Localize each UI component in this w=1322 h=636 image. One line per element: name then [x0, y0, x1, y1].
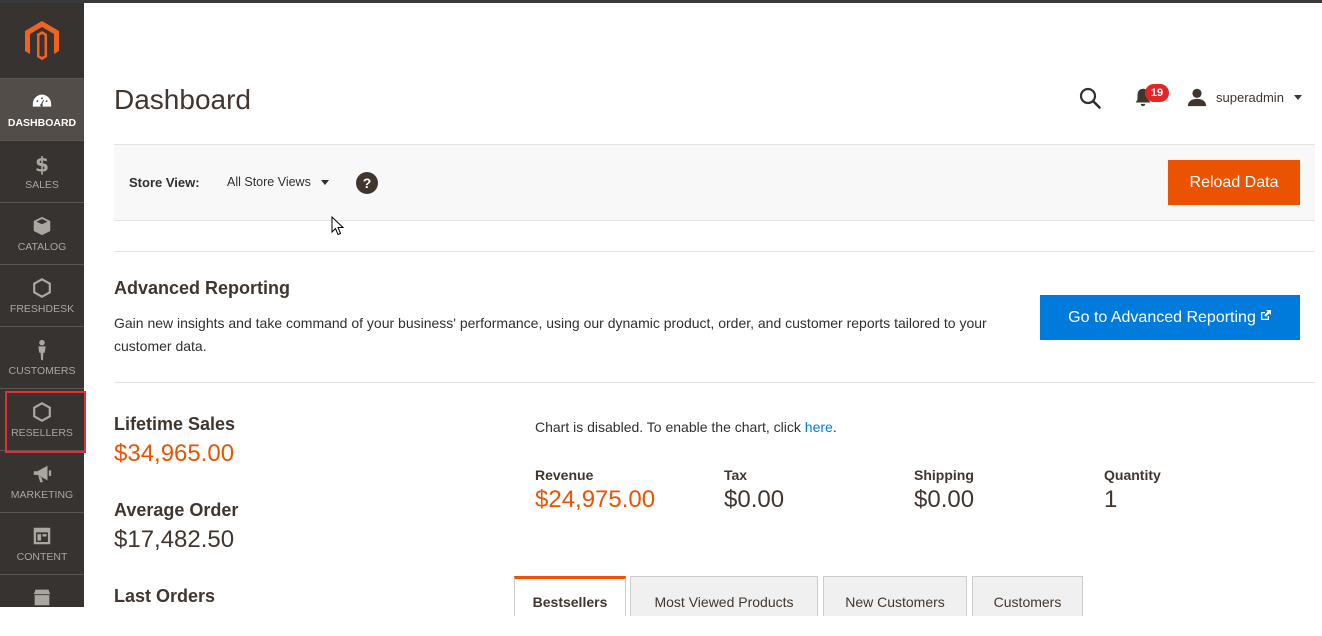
chart-note-text: Chart is disabled. To enable the chart, … — [535, 419, 805, 435]
sidebar-item-dashboard[interactable]: DASHBOARD — [0, 78, 84, 140]
dollar-icon: $ — [35, 153, 49, 175]
store-view-bar: Store View: All Store Views ? Reload Dat… — [114, 144, 1315, 221]
mouse-cursor-icon — [331, 216, 345, 236]
svg-text:$: $ — [35, 153, 49, 175]
revenue-label: Revenue — [535, 467, 594, 483]
sidebar-item-catalog[interactable]: CATALOG — [0, 202, 84, 264]
sidebar-item-label: MARKETING — [10, 488, 74, 501]
sidebar-item-label: RESELLERS — [11, 426, 73, 439]
sidebar-item-content[interactable]: CONTENT — [0, 512, 84, 574]
reload-data-button[interactable]: Reload Data — [1168, 160, 1300, 205]
tab-most-viewed-products[interactable]: Most Viewed Products — [630, 576, 818, 616]
divider — [114, 382, 1315, 383]
box-icon — [33, 216, 51, 235]
shipping-label: Shipping — [914, 467, 974, 483]
sidebar-item-label: CATALOG — [17, 240, 67, 253]
tax-value: $0.00 — [724, 486, 785, 513]
sidebar-item-marketing[interactable]: MARKETING — [0, 450, 84, 512]
sidebar-item-stores[interactable] — [0, 574, 84, 636]
tab-bestsellers[interactable]: Bestsellers — [514, 576, 626, 616]
store-view-selected: All Store Views — [227, 175, 311, 189]
tab-new-customers[interactable]: New Customers — [823, 576, 967, 616]
dashboard-icon — [32, 94, 52, 107]
enable-chart-link[interactable]: here — [805, 419, 833, 435]
sidebar-item-resellers[interactable]: RESELLERS — [0, 388, 84, 450]
quantity-value: 1 — [1104, 486, 1118, 513]
notification-count-badge[interactable]: 19 — [1145, 84, 1169, 102]
sidebar-item-sales[interactable]: $ SALES — [0, 140, 84, 202]
help-icon[interactable]: ? — [356, 172, 378, 194]
lifetime-sales-label: Lifetime Sales — [114, 414, 236, 434]
chevron-down-icon — [1293, 94, 1302, 100]
sidebar-item-freshdesk[interactable]: FRESHDESK — [0, 264, 84, 326]
go-to-advanced-reporting-button[interactable]: Go to Advanced Reporting — [1040, 295, 1300, 340]
chart-disabled-note: Chart is disabled. To enable the chart, … — [535, 419, 837, 435]
last-orders-label: Last Orders — [114, 586, 216, 606]
megaphone-icon — [33, 465, 52, 482]
tax-label: Tax — [724, 467, 748, 483]
quantity-label: Quantity — [1104, 467, 1161, 483]
sidebar-item-label: SALES — [25, 178, 59, 191]
magento-logo[interactable] — [0, 3, 84, 78]
chart-note-suffix: . — [832, 419, 837, 435]
store-view-label: Store View: — [129, 175, 200, 190]
average-order-value: $17,482.50 — [114, 526, 235, 553]
person-icon — [38, 339, 46, 360]
top-border — [0, 0, 1322, 3]
user-name: superadmin — [1216, 89, 1284, 105]
sidebar-item-customers[interactable]: CUSTOMERS — [0, 326, 84, 388]
advanced-reporting-description: Gain new insights and take command of yo… — [114, 315, 987, 354]
advanced-reporting-title: Advanced Reporting — [114, 278, 291, 298]
sidebar-item-label: CUSTOMERS — [8, 364, 76, 377]
shipping-value: $0.00 — [914, 486, 975, 513]
magento-logo-icon — [25, 20, 59, 60]
hexagon-icon — [33, 277, 51, 298]
sidebar-item-label: DASHBOARD — [7, 116, 77, 129]
chevron-down-icon — [320, 179, 329, 185]
user-menu[interactable]: superadmin — [1186, 86, 1302, 108]
lifetime-sales-value: $34,965.00 — [114, 440, 235, 467]
revenue-value: $24,975.00 — [535, 486, 656, 513]
sidebar-item-label: FRESHDESK — [9, 302, 75, 315]
hexagon-icon — [33, 401, 51, 422]
user-icon — [1187, 88, 1207, 107]
average-order-label: Average Order — [114, 500, 239, 520]
search-icon[interactable] — [1078, 86, 1102, 110]
store-view-select[interactable]: All Store Views — [227, 175, 329, 189]
external-link-icon — [1260, 309, 1271, 320]
page-title: Dashboard — [114, 84, 251, 115]
advanced-reporting-button-label: Go to Advanced Reporting — [1068, 308, 1256, 326]
layout-icon — [33, 527, 51, 544]
tab-customers[interactable]: Customers — [972, 576, 1083, 616]
admin-sidebar: DASHBOARD $ SALES CATALOG FRESHDESK CUST… — [0, 3, 84, 607]
divider — [114, 251, 1315, 252]
store-icon — [33, 589, 51, 605]
sidebar-item-label: CONTENT — [16, 550, 68, 563]
